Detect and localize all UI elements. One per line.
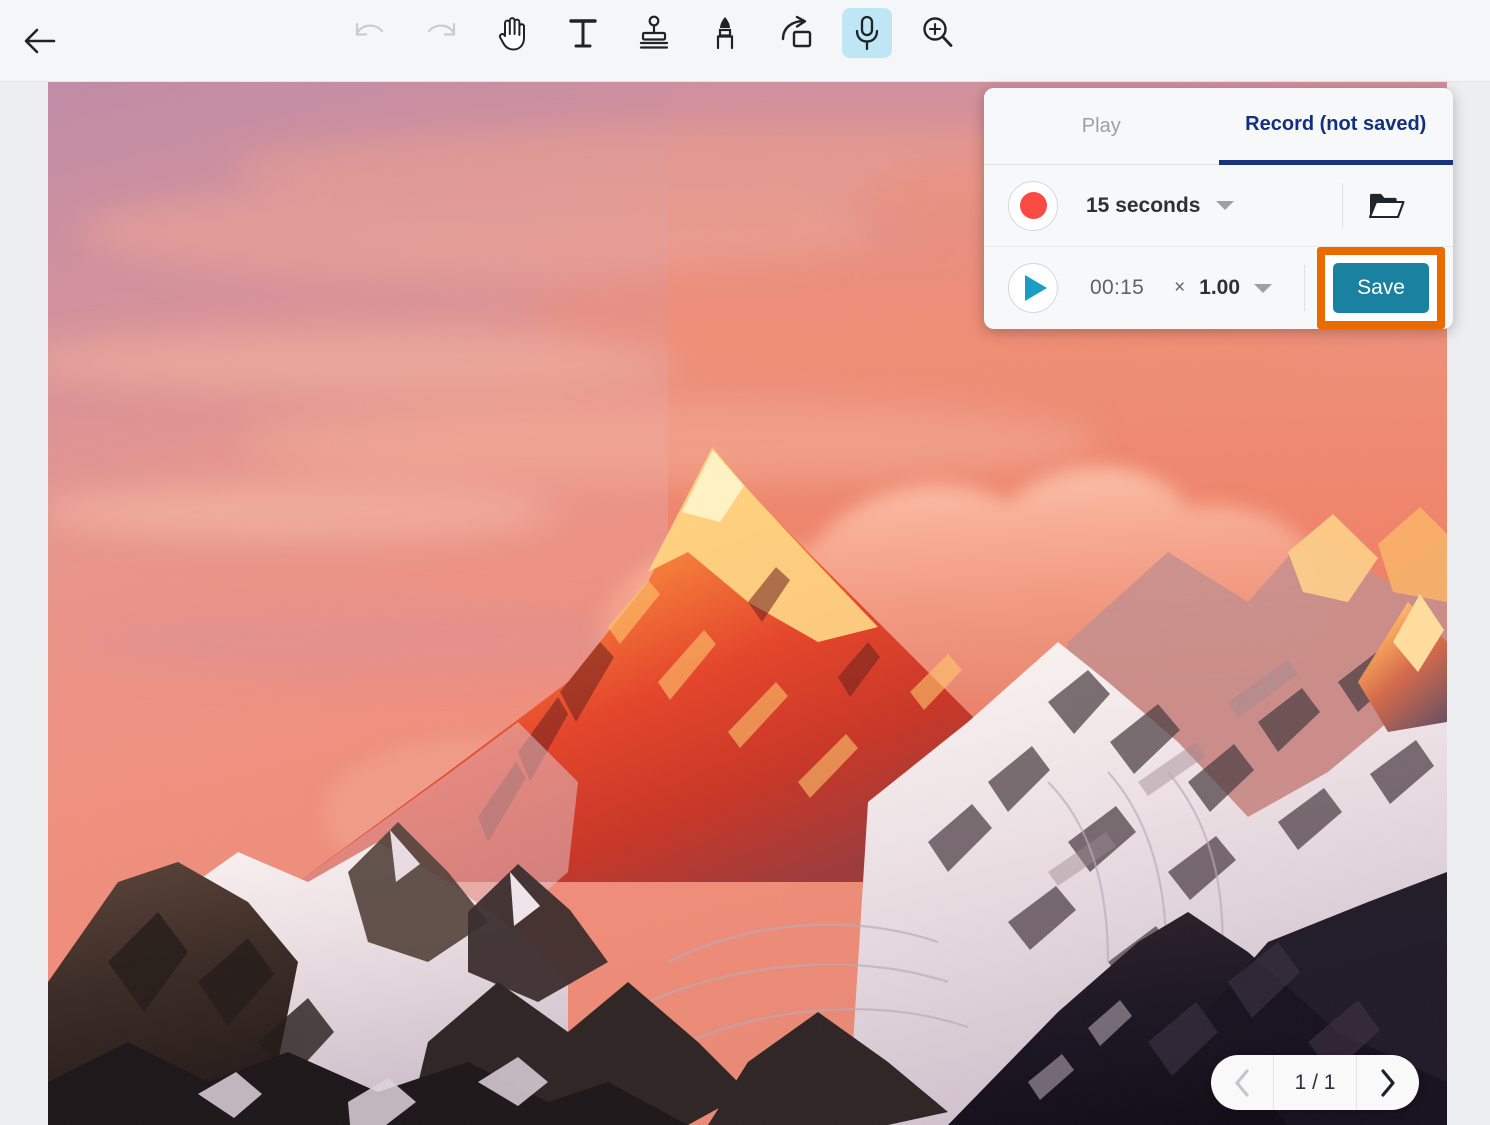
share-tool-button[interactable] <box>771 8 821 58</box>
chevron-right-icon <box>1381 1068 1395 1097</box>
playback-time: 00:15 <box>1090 276 1145 299</box>
back-button[interactable] <box>16 17 64 65</box>
chevron-down-icon <box>1216 201 1235 210</box>
pen-icon <box>716 17 734 50</box>
save-button-label: Save <box>1357 276 1405 299</box>
stamp-icon <box>639 15 669 49</box>
duration-select[interactable]: 15 seconds <box>1086 193 1235 218</box>
record-dot-icon <box>1019 192 1047 219</box>
next-page-button[interactable] <box>1357 1055 1419 1110</box>
previous-page-button[interactable] <box>1211 1055 1273 1110</box>
page-indicator: 1 / 1 <box>1273 1055 1357 1110</box>
undo-icon <box>355 22 384 36</box>
text-tool-button[interactable] <box>558 8 608 58</box>
page-navigator: 1 / 1 <box>1211 1055 1419 1110</box>
row-divider <box>1342 183 1343 229</box>
tab-record[interactable]: Record (not saved) <box>1218 88 1453 165</box>
duration-value: 15 seconds <box>1086 193 1201 217</box>
speed-multiplier-symbol: × <box>1174 277 1186 298</box>
hand-icon <box>498 17 525 51</box>
chevron-left-icon <box>1235 1068 1249 1097</box>
play-button[interactable] <box>1008 263 1058 313</box>
record-row: 15 seconds <box>984 165 1453 247</box>
stamp-tool-button[interactable] <box>629 8 679 58</box>
pen-tool-button[interactable] <box>700 8 750 58</box>
zoom-in-tool-button[interactable] <box>913 8 963 58</box>
open-folder-icon <box>1368 193 1405 218</box>
undo-button[interactable] <box>345 8 395 58</box>
text-icon <box>569 19 597 48</box>
zoom-in-icon <box>923 17 953 47</box>
playback-row: 00:15 × 1.00 Save <box>984 247 1453 329</box>
save-button-highlight: Save <box>1317 247 1445 329</box>
record-button[interactable] <box>1008 180 1058 231</box>
redo-icon <box>427 22 456 36</box>
share-icon <box>781 15 812 48</box>
tool-group <box>345 8 963 58</box>
hand-tool-button[interactable] <box>487 8 537 58</box>
back-arrow-icon <box>24 28 56 54</box>
speed-value: 1.00 <box>1199 276 1241 299</box>
recorder-tabs: Play Record (not saved) <box>984 88 1453 165</box>
playback-speed-select[interactable]: × 1.00 <box>1174 276 1273 300</box>
redo-button[interactable] <box>416 8 466 58</box>
chevron-down-icon <box>1254 283 1273 293</box>
top-toolbar <box>0 0 1490 82</box>
row-divider <box>1304 265 1305 311</box>
microphone-tool-button[interactable] <box>842 8 892 58</box>
tab-play[interactable]: Play <box>984 88 1219 164</box>
save-button[interactable]: Save <box>1333 263 1429 313</box>
tab-play-label: Play <box>1081 114 1121 137</box>
open-folder-button[interactable] <box>1365 184 1409 228</box>
microphone-icon <box>855 15 879 51</box>
app-root: Play Record (not saved) 15 seconds 00:15… <box>0 0 1490 1125</box>
tab-record-label: Record (not saved) <box>1245 112 1427 135</box>
voice-recorder-popup: Play Record (not saved) 15 seconds 00:15… <box>984 88 1453 329</box>
play-triangle-icon <box>1025 275 1047 301</box>
